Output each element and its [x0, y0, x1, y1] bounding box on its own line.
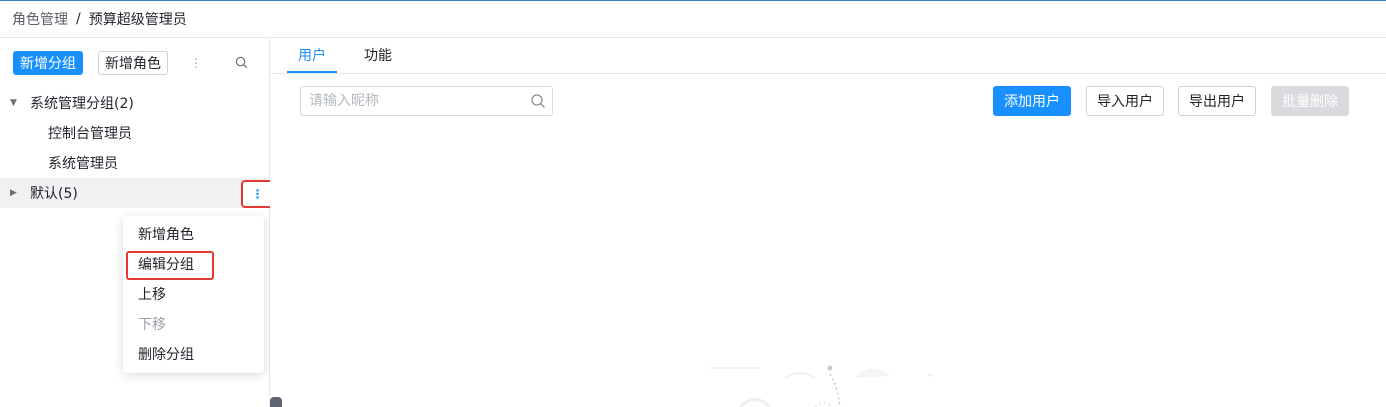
highlight-box	[126, 251, 214, 280]
menu-item-edit-group[interactable]: 编辑分组	[123, 250, 264, 280]
menu-item-move-down: 下移	[138, 317, 166, 333]
menu-item-move-up[interactable]: 上移	[123, 280, 264, 310]
nickname-search-input[interactable]	[309, 91, 519, 111]
tab-bar: 用户 功能	[270, 38, 1386, 74]
role-detail-panel: 用户 功能 添加用户 导入用户 导出用户 批量删除	[270, 38, 1386, 407]
vertical-dots-icon: ⋮	[251, 187, 264, 201]
add-user-button[interactable]: 添加用户	[993, 86, 1071, 116]
breadcrumb: 角色管理 / 预算超级管理员	[0, 0, 1386, 38]
add-group-button[interactable]: 新增分组	[13, 51, 83, 75]
breadcrumb-parent-link[interactable]: 角色管理	[12, 9, 68, 29]
empty-state-illustration	[710, 365, 932, 407]
tree-group-label: 默认(5)	[30, 186, 78, 202]
batch-delete-button: 批量删除	[1271, 86, 1349, 116]
breadcrumb-current: 预算超级管理员	[88, 12, 187, 28]
nickname-search-box	[300, 86, 553, 116]
tree-item-system-admin[interactable]: 系统管理员	[0, 148, 270, 178]
tree-item-label: 系统管理员	[48, 156, 118, 172]
export-users-button[interactable]: 导出用户	[1178, 86, 1256, 116]
vertical-dots-icon[interactable]: ⋮	[190, 51, 202, 75]
active-tab-indicator	[287, 71, 337, 73]
menu-item-add-role[interactable]: 新增角色	[123, 220, 264, 250]
tree-group-default[interactable]: ▶ 默认(5) ⋮	[0, 178, 274, 208]
collapse-handle-icon[interactable]	[270, 397, 282, 407]
tree-group-label: 系统管理分组(2)	[30, 96, 134, 112]
search-icon[interactable]	[233, 53, 249, 71]
breadcrumb-separator: /	[76, 11, 81, 27]
tree-item-console-admin[interactable]: 控制台管理员	[0, 118, 270, 148]
add-role-button[interactable]: 新增角色	[98, 51, 168, 75]
group-context-menu: 新增角色 编辑分组 上移 下移 删除分组	[123, 216, 264, 373]
menu-item-delete-group[interactable]: 删除分组	[123, 340, 264, 370]
tab-users[interactable]: 用户	[298, 38, 326, 74]
tab-functions[interactable]: 功能	[364, 38, 392, 74]
tree-item-label: 控制台管理员	[48, 126, 132, 142]
caret-down-icon[interactable]: ▼	[10, 98, 20, 108]
caret-right-icon[interactable]: ▶	[10, 188, 20, 198]
import-users-button[interactable]: 导入用户	[1086, 86, 1164, 116]
search-icon[interactable]	[530, 93, 546, 109]
app-root: 角色管理 / 预算超级管理员 新增分组 新增角色 ⋮ ▼ 系统管理分组(2) 控…	[0, 0, 1386, 407]
left-toolbar: 新增分组 新增角色 ⋮	[0, 38, 269, 86]
tree-group-system-management[interactable]: ▼ 系统管理分组(2)	[0, 88, 270, 118]
